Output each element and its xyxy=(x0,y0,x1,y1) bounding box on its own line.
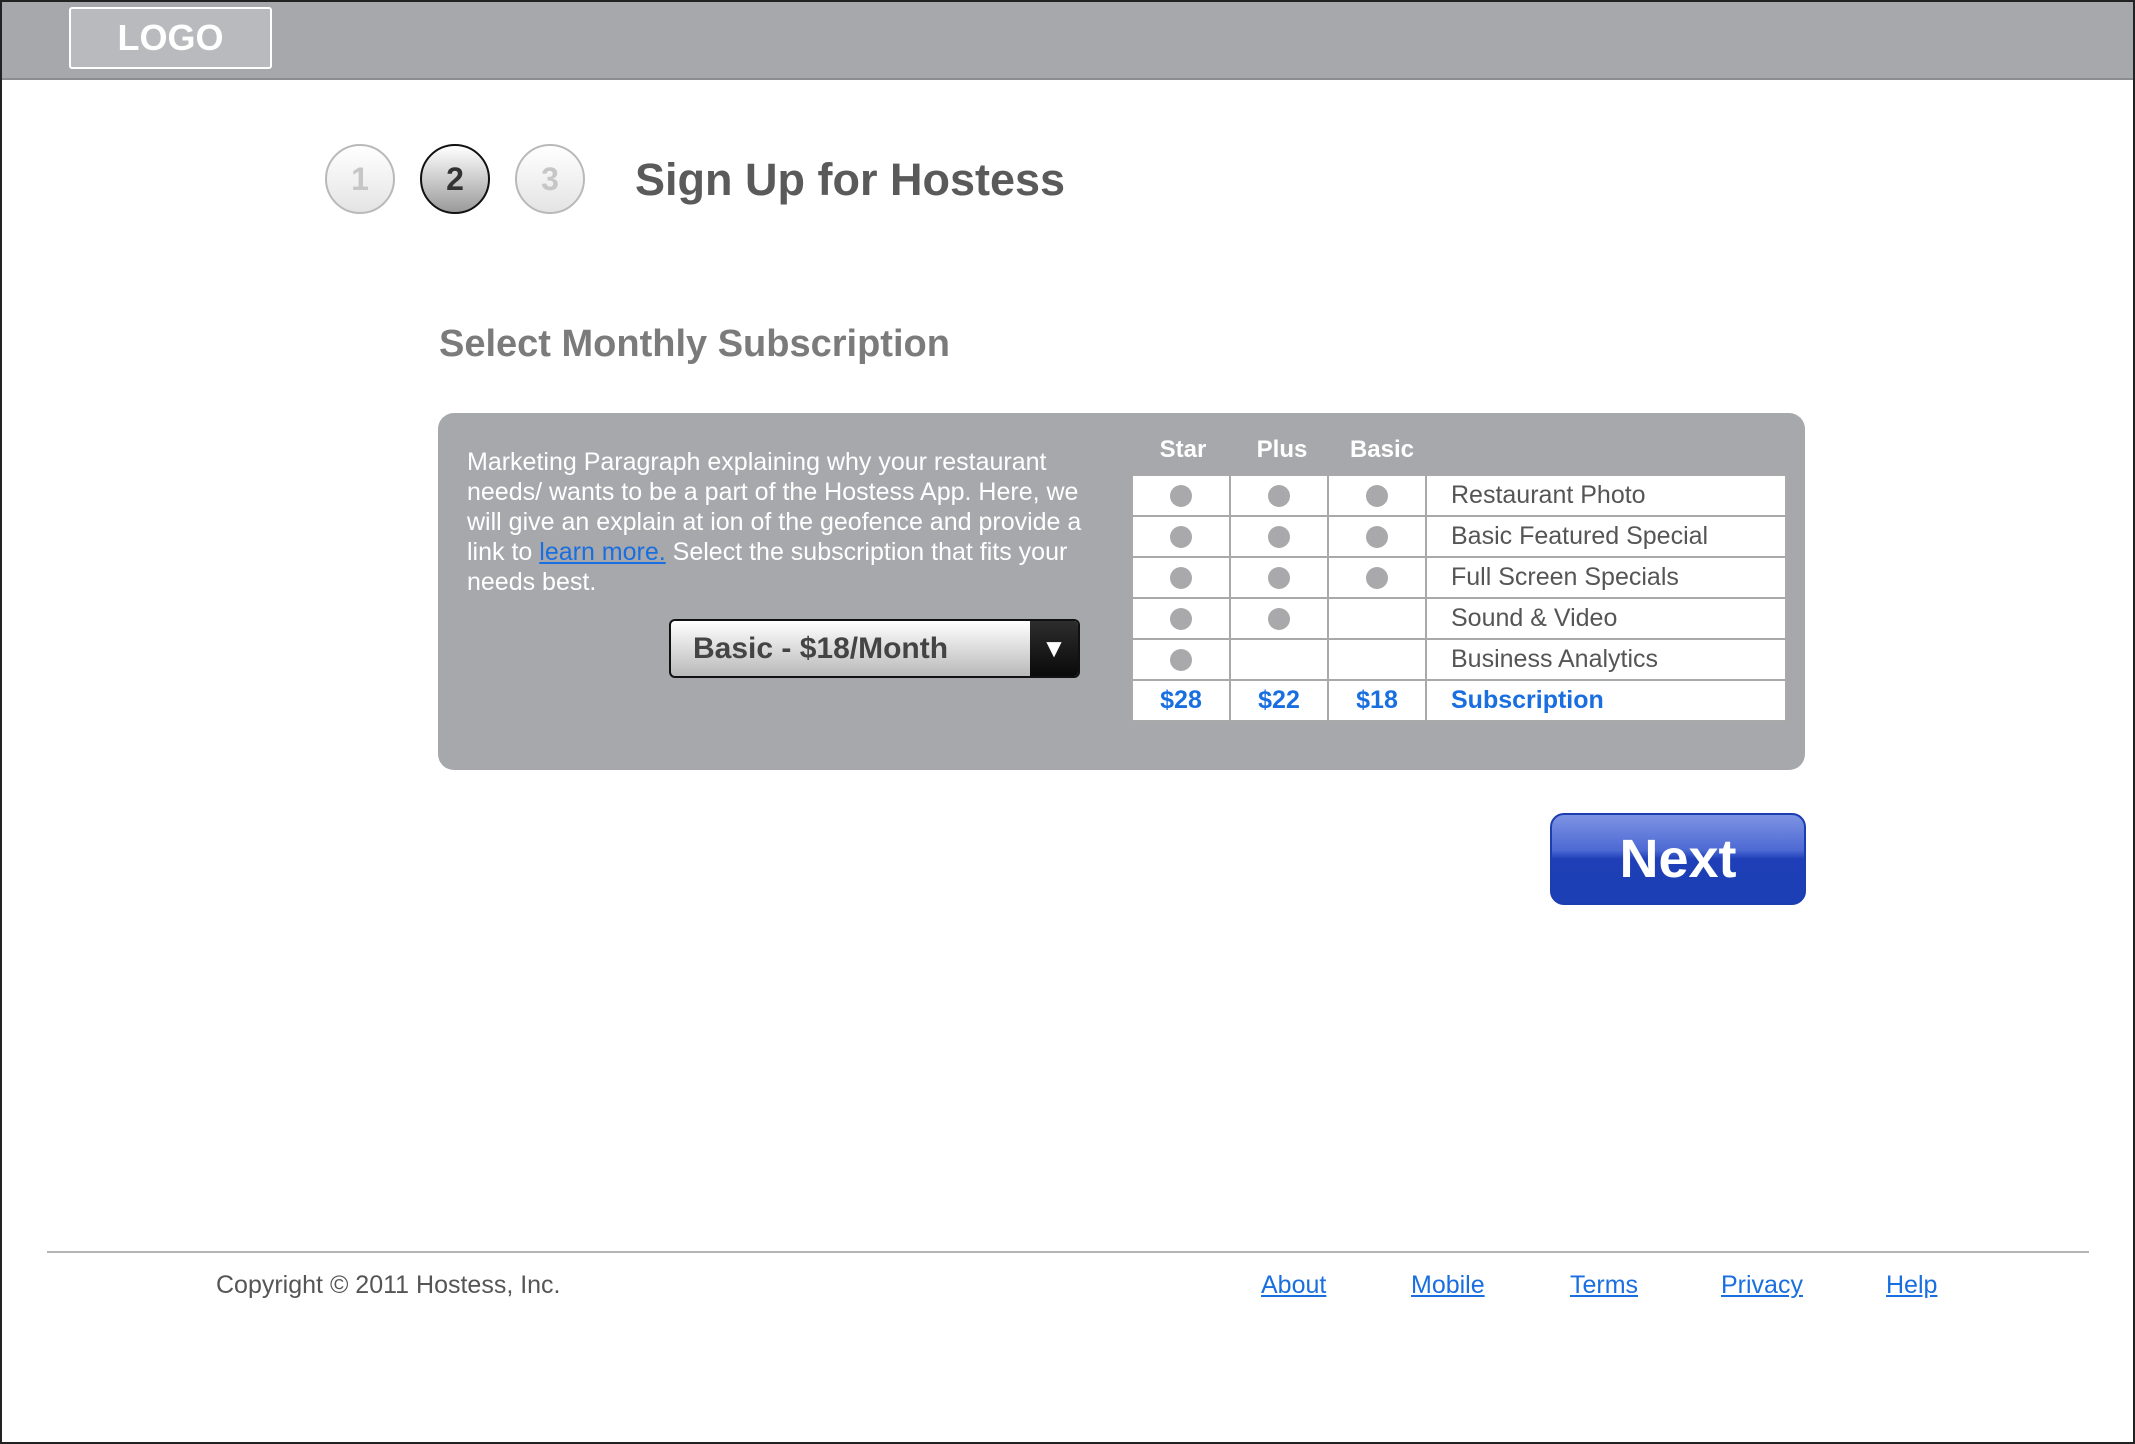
next-button[interactable]: Next xyxy=(1550,813,1806,905)
feature-cell-star xyxy=(1131,638,1231,681)
feature-label: Business Analytics xyxy=(1425,638,1787,681)
feature-row: Restaurant Photo xyxy=(1131,474,1787,517)
header-bar: LOGO xyxy=(2,2,2133,80)
included-dot-icon xyxy=(1268,567,1290,590)
plan-header-plus: Plus xyxy=(1256,436,1308,463)
feature-row: Business Analytics xyxy=(1131,638,1787,681)
price-row: $28 $22 $18 Subscription xyxy=(1131,679,1787,722)
feature-label: Sound & Video xyxy=(1425,597,1787,640)
included-dot-icon xyxy=(1366,485,1388,508)
logo[interactable]: LOGO xyxy=(69,7,272,69)
step-2-indicator: 2 xyxy=(420,144,490,214)
included-dot-icon xyxy=(1170,649,1192,672)
plan-comparison-table: Restaurant Photo Basic Featured Special Fu… xyxy=(1131,474,1787,722)
feature-cell-plus xyxy=(1229,597,1329,640)
feature-cell-plus xyxy=(1229,474,1329,517)
feature-row: Full Screen Specials xyxy=(1131,556,1787,599)
footer-link-help[interactable]: Help xyxy=(1886,1271,1937,1300)
step-3-indicator: 3 xyxy=(515,144,585,214)
page-title: Sign Up for Hostess xyxy=(635,154,1066,205)
feature-cell-star xyxy=(1131,515,1231,558)
included-dot-icon xyxy=(1366,526,1388,549)
included-dot-icon xyxy=(1170,608,1192,631)
plan-header-star: Star xyxy=(1159,436,1207,463)
feature-cell-star xyxy=(1131,597,1231,640)
feature-label: Restaurant Photo xyxy=(1425,474,1787,517)
feature-cell-star xyxy=(1131,556,1231,599)
page-frame: LOGO 1 2 3 Sign Up for Hostess Select Mo… xyxy=(0,0,2135,1444)
step-1-indicator: 1 xyxy=(325,144,395,214)
price-star: $28 xyxy=(1131,679,1231,722)
footer-link-mobile[interactable]: Mobile xyxy=(1411,1271,1485,1300)
included-dot-icon xyxy=(1366,567,1388,590)
feature-row: Basic Featured Special xyxy=(1131,515,1787,558)
feature-cell-basic xyxy=(1327,474,1427,517)
included-dot-icon xyxy=(1170,567,1192,590)
included-dot-icon xyxy=(1170,485,1192,508)
price-row-label: Subscription xyxy=(1425,679,1787,722)
learn-more-link[interactable]: learn more. xyxy=(539,538,665,566)
copyright-text: Copyright © 2011 Hostess, Inc. xyxy=(216,1271,561,1299)
feature-cell-plus xyxy=(1229,556,1329,599)
feature-cell-basic xyxy=(1327,638,1427,681)
chevron-down-icon[interactable]: ▼ xyxy=(1030,621,1078,676)
feature-cell-plus xyxy=(1229,638,1329,681)
feature-label: Basic Featured Special xyxy=(1425,515,1787,558)
feature-cell-plus xyxy=(1229,515,1329,558)
feature-cell-star xyxy=(1131,474,1231,517)
footer-link-terms[interactable]: Terms xyxy=(1570,1271,1638,1300)
feature-row: Sound & Video xyxy=(1131,597,1787,640)
feature-label: Full Screen Specials xyxy=(1425,556,1787,599)
feature-cell-basic xyxy=(1327,556,1427,599)
subscription-select-value: Basic - $18/Month xyxy=(693,632,949,665)
feature-cell-basic xyxy=(1327,515,1427,558)
section-title: Select Monthly Subscription xyxy=(439,323,950,365)
included-dot-icon xyxy=(1268,608,1290,631)
subscription-select[interactable]: Basic - $18/Month ▼ xyxy=(669,619,1080,678)
footer-divider xyxy=(47,1251,2089,1253)
footer-link-about[interactable]: About xyxy=(1261,1271,1326,1300)
plan-header-basic: Basic xyxy=(1349,436,1415,463)
footer-link-privacy[interactable]: Privacy xyxy=(1721,1271,1803,1300)
included-dot-icon xyxy=(1268,526,1290,549)
included-dot-icon xyxy=(1268,485,1290,508)
price-basic: $18 xyxy=(1327,679,1427,722)
price-plus: $22 xyxy=(1229,679,1329,722)
marketing-paragraph: Marketing Paragraph explaining why your … xyxy=(467,447,1097,597)
included-dot-icon xyxy=(1170,526,1192,549)
feature-cell-basic xyxy=(1327,597,1427,640)
